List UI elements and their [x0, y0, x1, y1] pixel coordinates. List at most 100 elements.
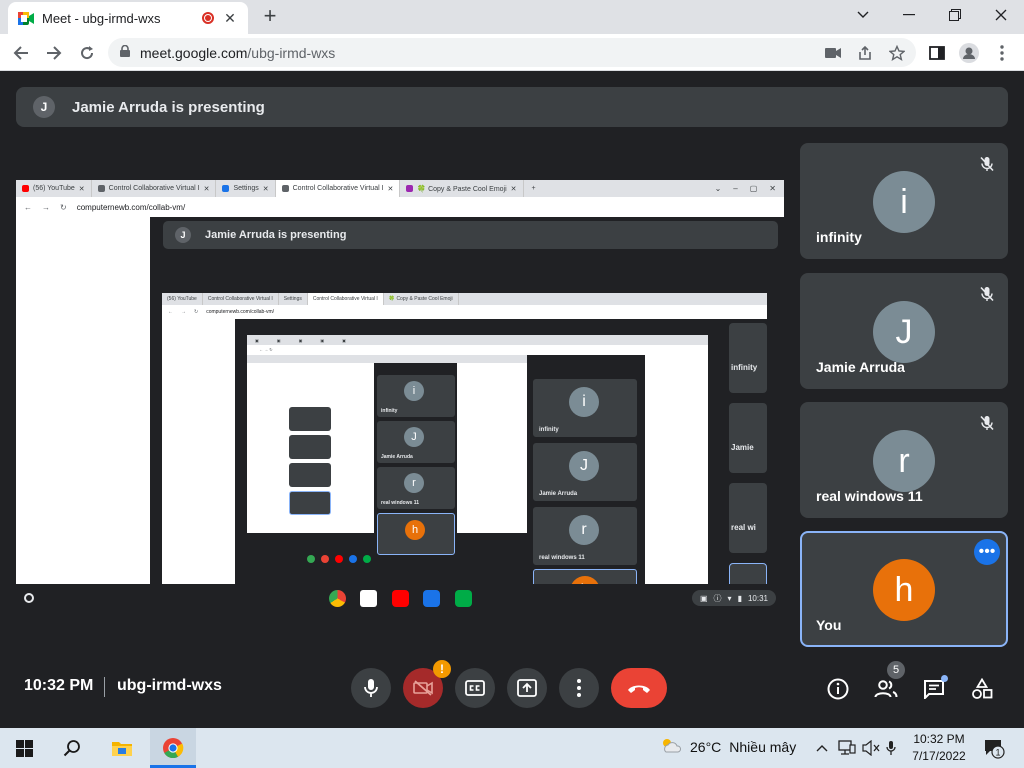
svg-text:1: 1 — [995, 748, 1000, 758]
microphone-tray-icon[interactable] — [886, 738, 896, 758]
side-panel-icon[interactable] — [924, 40, 950, 66]
presenter-avatar: J — [33, 96, 55, 118]
chat-unread-dot — [941, 675, 948, 682]
l3-toolbar: ← → ↻ — [247, 345, 708, 355]
l3-shared-screen: i infinity J Jamie Arruda r real windows… — [247, 355, 527, 564]
more-options-button[interactable] — [559, 668, 599, 708]
mic-off-icon — [976, 283, 998, 305]
shared-tab: 🍀 Copy & Paste Cool Emoji ✕ — [400, 180, 524, 197]
captions-button[interactable] — [455, 668, 495, 708]
participant-avatar: r — [873, 430, 935, 492]
windows-taskbar: 26°C Nhiều mây 10:32 PM 7/17/2022 1 — [0, 728, 1024, 768]
participant-tile[interactable]: i infinity — [800, 143, 1008, 259]
shared-back-icon: ← — [24, 202, 32, 212]
notification-icon[interactable]: 1 — [983, 737, 1005, 759]
launcher-icon — [24, 593, 34, 603]
shared-screen[interactable]: (56) YouTube ✕ Control Collaborative Virt… — [16, 180, 784, 612]
microphone-button[interactable] — [351, 668, 391, 708]
chat-icon[interactable] — [920, 675, 948, 703]
system-clock[interactable]: 10:32 PM 7/17/2022 — [907, 731, 971, 765]
file-explorer-icon[interactable] — [106, 728, 138, 768]
google-meet-icon — [18, 11, 34, 25]
shared-forward-icon: → — [42, 202, 50, 212]
reload-button[interactable] — [74, 40, 100, 66]
meet-area: J Jamie Arruda is presenting (56) YouTub… — [0, 71, 1024, 728]
people-icon[interactable]: 5 — [872, 661, 905, 703]
l2-white-panel — [162, 319, 235, 584]
presenting-banner: J Jamie Arruda is presenting — [16, 87, 1008, 127]
collab-icon — [281, 185, 289, 192]
bookmark-star-icon[interactable] — [884, 40, 910, 66]
meeting-details-icon[interactable] — [824, 675, 852, 703]
temperature: 26°C — [690, 738, 722, 755]
participant-tile[interactable]: J Jamie Arruda — [800, 273, 1008, 389]
collab-icon — [97, 185, 105, 192]
l3-meet-view: i infinity J Jamie Arruda r real windows… — [247, 355, 708, 584]
more-options-icon[interactable]: ••• — [974, 539, 1000, 565]
camera-warning-badge: ! — [433, 660, 451, 678]
close-window-button[interactable] — [978, 0, 1024, 30]
browser-menu-icon[interactable] — [989, 40, 1015, 66]
minimize-button[interactable] — [886, 0, 932, 30]
shared-tab: Settings ✕ — [216, 180, 276, 197]
windows-start-icon[interactable] — [8, 728, 40, 768]
chevron-up-icon[interactable] — [816, 738, 828, 758]
search-icon[interactable] — [56, 728, 88, 768]
camera-in-use-icon[interactable] — [820, 40, 846, 66]
new-tab-button[interactable]: + — [258, 4, 282, 28]
address-bar[interactable]: meet.google.com/ubg-irmd-wxs — [108, 38, 916, 67]
restore-button[interactable] — [932, 0, 978, 30]
wifi-icon: ▾ — [727, 593, 732, 603]
nested-screen-level3: ▣ ▣ ▣ ▣ ▣ ← → ↻ i infinity J Jamie Arrud… — [247, 335, 708, 584]
mic-off-icon — [976, 153, 998, 175]
shared-new-tab-icon: + — [531, 185, 536, 192]
activities-icon[interactable] — [968, 675, 996, 703]
participant-count-badge: 5 — [887, 661, 905, 679]
browser-toolbar: meet.google.com/ubg-irmd-wxs — [0, 34, 1024, 71]
url-text: meet.google.com/ubg-irmd-wxs — [140, 44, 336, 61]
chrome-taskbar-icon[interactable] — [150, 728, 196, 768]
back-button[interactable] — [8, 40, 34, 66]
tab-search-icon[interactable] — [840, 0, 886, 30]
participant-avatar: J — [873, 301, 935, 363]
self-name: You — [816, 617, 842, 633]
l2-side-tiles: infinity Jamie real wi — [719, 319, 767, 584]
weather-widget[interactable]: 26°C Nhiều mây — [660, 737, 796, 756]
shared-meet-view: J Jamie Arruda is presenting (56) YouTub… — [150, 217, 784, 584]
info-icon: ⓘ — [713, 593, 722, 603]
l3-tab-strip: ▣ ▣ ▣ ▣ ▣ — [247, 335, 708, 345]
browser-tab-meet[interactable]: Meet - ubg-irmd-wxs ✕ — [8, 2, 248, 34]
youtube-icon — [392, 590, 409, 607]
shared-presenting-banner: J Jamie Arruda is presenting — [163, 221, 778, 249]
camera-off-button[interactable]: ! — [403, 660, 451, 708]
profile-avatar-icon[interactable] — [956, 40, 982, 66]
system-date: 7/17/2022 — [912, 749, 966, 763]
participant-avatar: i — [873, 171, 935, 233]
share-icon[interactable] — [852, 40, 878, 66]
meeting-code: ubg-irmd-wxs — [117, 677, 222, 694]
l2-meet-view: ▣ ▣ ▣ ▣ ▣ ← → ↻ i infinity J Jamie Arrud… — [235, 319, 719, 584]
participant-tile[interactable]: r real windows 11 — [800, 402, 1008, 518]
settings-icon — [222, 185, 230, 192]
lock-icon[interactable] — [120, 44, 130, 62]
battery-icon: ▮ — [737, 593, 742, 603]
cloud-sun-icon — [660, 737, 682, 756]
volume-muted-icon[interactable] — [862, 738, 880, 758]
shared-tab-strip: (56) YouTube ✕ Control Collaborative Virt… — [16, 180, 784, 197]
l2-toolbar: ← → ↻ computernewb.com/collab-vm/ — [162, 305, 767, 319]
shared-tray: ▣ ⓘ ▾ ▮ 10:31 — [691, 590, 776, 606]
l2-tab-strip: (56) YouTube Control Collaborative Virtu… — [162, 293, 767, 305]
leave-call-button[interactable] — [611, 668, 667, 708]
participant-name: Jamie Arruda — [816, 359, 905, 375]
chrome-icon — [329, 590, 346, 607]
shared-window-controls: ⌄ – ▢ ✕ — [714, 184, 776, 193]
self-tile[interactable]: h You ••• — [800, 531, 1008, 647]
participant-name: real windows 11 — [816, 488, 923, 504]
recording-icon — [202, 12, 214, 24]
forward-button[interactable] — [41, 40, 67, 66]
tab-title: Meet - ubg-irmd-wxs — [42, 10, 161, 26]
present-screen-button[interactable] — [507, 668, 547, 708]
tab-close-icon[interactable]: ✕ — [222, 10, 238, 27]
network-icon[interactable] — [838, 738, 856, 758]
emoji-icon — [406, 185, 414, 192]
